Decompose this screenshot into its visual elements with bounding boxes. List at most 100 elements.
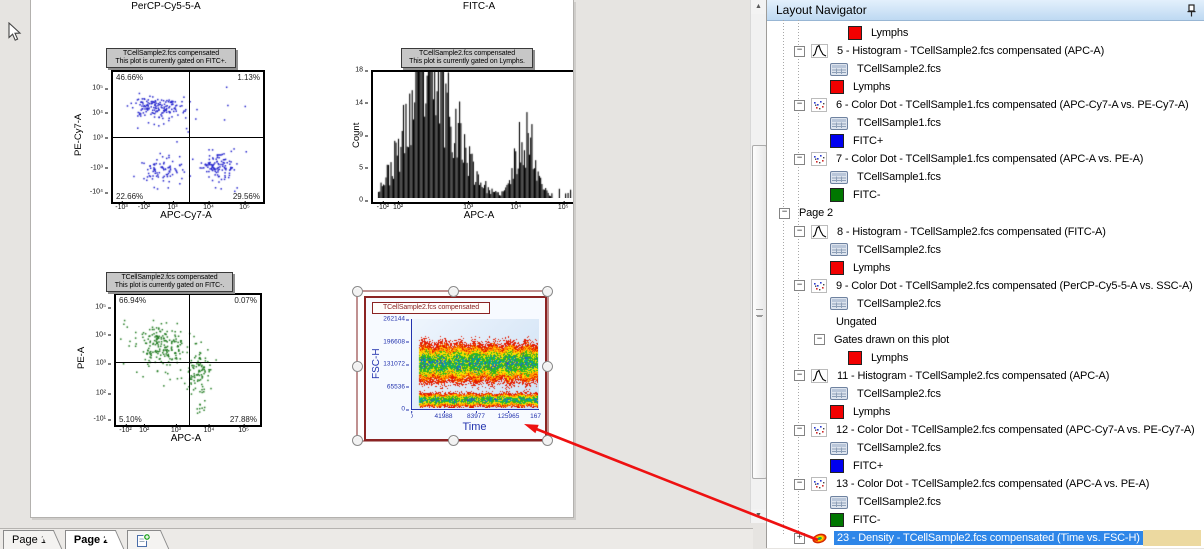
tick-label: 14 — [355, 99, 363, 106]
tree-item[interactable]: 9 - Color Dot - TCellSample2.fcs compens… — [767, 277, 1204, 295]
tree-item[interactable]: TCellSample1.fcs — [767, 114, 1204, 132]
scrollbar-up-arrow-icon[interactable]: ▲ — [751, 0, 766, 14]
tree-item[interactable]: TCellSample2.fcs — [767, 60, 1204, 78]
plot-area — [411, 319, 539, 410]
density-plot-selection[interactable]: TCellSample2.fcs compensated FSC-H 26214… — [354, 288, 551, 444]
tick-label: 10⁴ — [95, 331, 106, 338]
quadrant-percent-upper-left: 66.94% — [119, 296, 146, 305]
color-dot-plot-pecy7-vs-apccy7[interactable]: TCellSample2.fcs compensated This plot i… — [71, 44, 321, 229]
resize-handle-s[interactable] — [448, 435, 459, 446]
resize-handle-w[interactable] — [352, 361, 363, 372]
tick-label: 131072 — [383, 361, 405, 368]
resize-handle-n[interactable] — [448, 286, 459, 297]
tree-item[interactable]: FITC+ — [767, 132, 1204, 150]
panel-header: Layout Navigator — [767, 0, 1204, 21]
tree-item[interactable]: TCellSample2.fcs — [767, 295, 1204, 313]
tree-item[interactable]: 12 - Color Dot - TCellSample2.fcs compen… — [767, 421, 1204, 439]
tree-item[interactable]: 13 - Color Dot - TCellSample2.fcs compen… — [767, 475, 1204, 493]
scrollbar-thumb[interactable] — [752, 145, 767, 479]
density-plot-time-vs-fsch[interactable]: TCellSample2.fcs compensated FSC-H 26214… — [364, 296, 547, 441]
tree-item[interactable]: Page 2 — [767, 204, 1204, 222]
collapse-box-icon[interactable] — [794, 425, 805, 436]
color-dot-plot-icon — [811, 98, 827, 112]
tree-item[interactable]: 5 - Histogram - TCellSample2.fcs compens… — [767, 42, 1204, 60]
tree-item-label: 5 - Histogram - TCellSample2.fcs compens… — [834, 44, 1107, 58]
cutoff-plot-x-axis-title: PerCP-Cy5-5-A — [91, 1, 241, 12]
tick-label: 10² — [96, 390, 106, 397]
tree-item[interactable]: FITC+ — [767, 457, 1204, 475]
collapse-box-icon[interactable] — [794, 100, 805, 111]
tree-item[interactable]: TCellSample2.fcs — [767, 241, 1204, 259]
collapse-box-icon[interactable] — [794, 479, 805, 490]
tick-label: 10⁵ — [95, 304, 106, 311]
new-page-icon — [136, 533, 151, 548]
gate-color-swatch-red-icon — [848, 351, 862, 365]
new-page-tab[interactable] — [127, 530, 158, 549]
x-axis-ticks: 04198883977125965167953 — [411, 411, 541, 421]
tree-item-label: TCellSample2.fcs — [854, 243, 944, 257]
tree-item-label: 23 - Density - TCellSample2.fcs compensa… — [834, 531, 1143, 545]
pin-icon[interactable] — [1185, 4, 1197, 17]
tree-item[interactable]: Lymphs — [767, 24, 1204, 42]
tree-item[interactable]: FITC- — [767, 511, 1204, 529]
tree-item[interactable]: Lymphs — [767, 259, 1204, 277]
gate-color-swatch-red-icon — [830, 80, 844, 94]
layout-page[interactable]: PerCP-Cy5-5-A FITC-A TCellSample2.fcs co… — [30, 0, 574, 518]
resize-handle-sw[interactable] — [352, 435, 363, 446]
vertical-scrollbar[interactable]: ▲ ▼ — [750, 0, 767, 523]
collapse-box-icon[interactable] — [794, 226, 805, 237]
tree-item-label: 9 - Color Dot - TCellSample2.fcs compens… — [833, 279, 1196, 293]
tree-item[interactable]: 8 - Histogram - TCellSample2.fcs compens… — [767, 223, 1204, 241]
collapse-box-icon[interactable] — [794, 154, 805, 165]
plot-frame: 66.94% 0.07% 5.10% 27.88% — [114, 293, 262, 427]
tree-item[interactable]: 11 - Histogram - TCellSample2.fcs compen… — [767, 367, 1204, 385]
gate-color-swatch-red-icon — [830, 261, 844, 275]
collapse-box-icon[interactable] — [794, 280, 805, 291]
x-axis-title: APC-Cy7-A — [111, 210, 261, 221]
tree-item-label: 11 - Histogram - TCellSample2.fcs compen… — [834, 369, 1112, 383]
tree-item-selected[interactable]: 23 - Density - TCellSample2.fcs compensa… — [767, 529, 1204, 547]
tick-label: 10³ — [96, 360, 106, 367]
gate-color-swatch-blue-icon — [830, 459, 844, 473]
tree-item[interactable]: TCellSample2.fcs — [767, 493, 1204, 511]
tree-item[interactable]: TCellSample1.fcs — [767, 168, 1204, 186]
tab-page-2[interactable]: Page 2 — [65, 530, 113, 549]
expand-box-icon[interactable] — [794, 533, 805, 544]
tree-item[interactable]: 7 - Color Dot - TCellSample1.fcs compens… — [767, 150, 1204, 168]
navigator-tree: Lymphs 5 - Histogram - TCellSample2.fcs c… — [767, 20, 1204, 548]
quadrant-divider-vertical — [189, 295, 190, 425]
tree-item[interactable]: TCellSample2.fcs — [767, 439, 1204, 457]
data-file-icon — [830, 297, 848, 310]
tree-item[interactable]: Ungated — [767, 313, 1204, 331]
collapse-box-icon[interactable] — [814, 334, 825, 345]
y-axis-ticks: 10⁵10⁴10³-10³-10⁴ — [71, 70, 107, 200]
collapse-box-icon[interactable] — [794, 46, 805, 57]
collapse-box-icon[interactable] — [779, 208, 790, 219]
tab-page-1[interactable]: Page 1 — [3, 530, 51, 549]
tick-label: 10³ — [93, 134, 103, 141]
tree-item-label: Lymphs — [868, 26, 911, 40]
resize-handle-ne[interactable] — [542, 286, 553, 297]
tree-item[interactable]: Lymphs — [767, 349, 1204, 367]
collapse-box-icon[interactable] — [794, 370, 805, 381]
tick-label: 5 — [359, 164, 363, 171]
scrollbar-down-arrow-icon[interactable]: ▼ — [751, 509, 766, 523]
quadrant-percent-lower-left: 5.10% — [119, 415, 142, 424]
tree-item[interactable]: Gates drawn on this plot — [767, 331, 1204, 349]
color-dot-plot-pe-vs-apc[interactable]: TCellSample2.fcs compensated This plot i… — [71, 268, 321, 453]
tree-item-label: 13 - Color Dot - TCellSample2.fcs compen… — [833, 477, 1152, 491]
resize-handle-e[interactable] — [542, 361, 553, 372]
tick-label: 41988 — [434, 413, 452, 420]
plot-header: TCellSample2.fcs compensated — [372, 302, 490, 314]
histogram-plot-apc[interactable]: TCellSample2.fcs compensated This plot i… — [351, 44, 574, 229]
tree-item[interactable]: TCellSample2.fcs — [767, 385, 1204, 403]
tree-item[interactable]: 6 - Color Dot - TCellSample1.fcs compens… — [767, 96, 1204, 114]
tree-item[interactable]: Lymphs — [767, 403, 1204, 421]
resize-handle-se[interactable] — [542, 435, 553, 446]
tick-label: 10⁵ — [92, 85, 103, 92]
plot-frame: 46.66% 1.13% 22.66% 29.56% — [111, 70, 265, 204]
resize-handle-nw[interactable] — [352, 286, 363, 297]
data-file-icon — [830, 496, 848, 509]
tree-item[interactable]: Lymphs — [767, 78, 1204, 96]
tree-item[interactable]: FITC- — [767, 186, 1204, 204]
